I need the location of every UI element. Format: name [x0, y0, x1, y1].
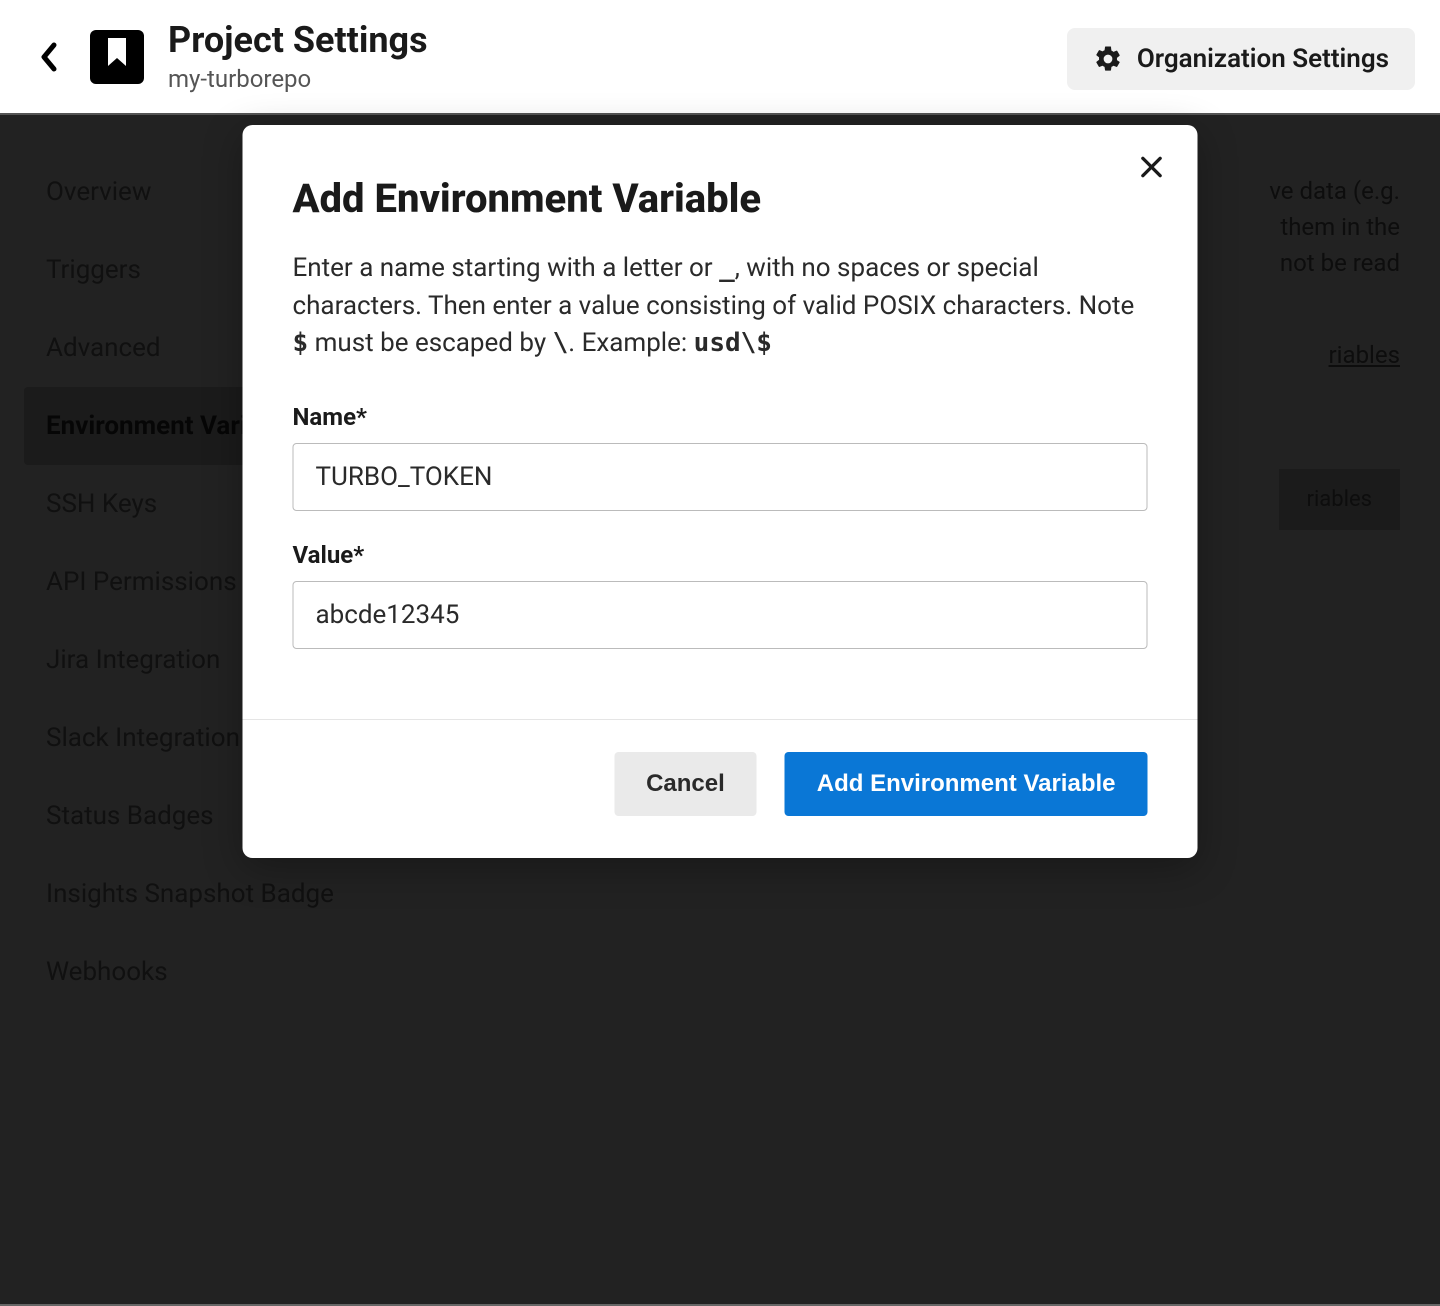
chevron-left-icon	[40, 41, 60, 73]
modal-title: Add Environment Variable	[293, 175, 1148, 222]
organization-settings-button[interactable]: Organization Settings	[1067, 28, 1415, 90]
name-field: Name*	[293, 403, 1148, 511]
title-block: Project Settings my-turborepo	[168, 20, 428, 93]
header: Project Settings my-turborepo Organizati…	[0, 0, 1440, 113]
value-input[interactable]	[293, 581, 1148, 649]
project-icon	[90, 30, 144, 84]
gear-icon	[1093, 44, 1123, 74]
modal-footer: Cancel Add Environment Variable	[243, 719, 1198, 858]
name-input[interactable]	[293, 443, 1148, 511]
back-button[interactable]	[30, 37, 70, 77]
name-label: Name*	[293, 403, 1148, 431]
modal-description: Enter a name starting with a letter or _…	[293, 250, 1148, 363]
add-env-var-button[interactable]: Add Environment Variable	[785, 752, 1148, 816]
cancel-button[interactable]: Cancel	[614, 752, 757, 816]
page-title: Project Settings	[168, 20, 428, 61]
value-field: Value*	[293, 541, 1148, 649]
close-icon	[1139, 154, 1165, 180]
organization-settings-label: Organization Settings	[1137, 44, 1389, 74]
add-env-var-modal: Add Environment Variable Enter a name st…	[243, 125, 1198, 858]
modal-close-button[interactable]	[1134, 149, 1170, 185]
project-name: my-turborepo	[168, 65, 428, 93]
bookmark-icon	[106, 38, 128, 68]
value-label: Value*	[293, 541, 1148, 569]
modal-body: Add Environment Variable Enter a name st…	[243, 125, 1198, 719]
